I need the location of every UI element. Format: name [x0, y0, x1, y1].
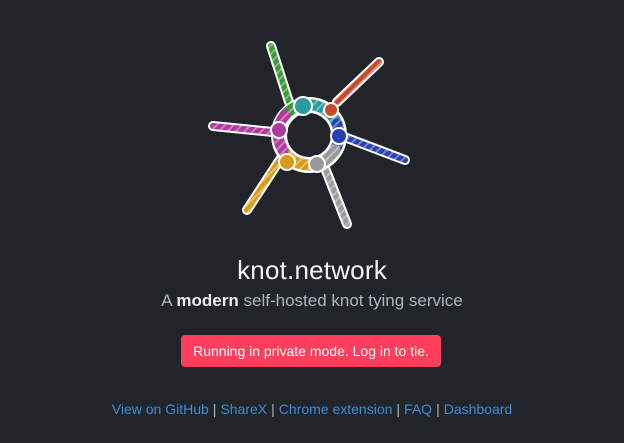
tagline-suffix: self-hosted knot tying service: [243, 291, 463, 310]
tagline-emphasis: modern: [176, 291, 239, 310]
dashboard-link[interactable]: Dashboard: [444, 401, 513, 417]
link-separator: |: [271, 401, 275, 417]
chrome-extension-link[interactable]: Chrome extension: [279, 401, 393, 417]
link-separator: |: [436, 401, 440, 417]
tagline: A modern self-hosted knot tying service: [0, 291, 624, 311]
sharex-link[interactable]: ShareX: [220, 401, 267, 417]
footer-links: View on GitHub | ShareX | Chrome extension | F…: [0, 401, 624, 417]
github-link[interactable]: View on GitHub: [112, 401, 209, 417]
link-separator: |: [212, 401, 217, 417]
landing-page: knot.network A modern self-hosted knot t…: [0, 0, 624, 443]
faq-link[interactable]: FAQ: [404, 401, 432, 417]
knot-logo-icon: [208, 41, 410, 229]
link-separator: |: [396, 401, 401, 417]
site-title: knot.network: [237, 255, 387, 285]
private-mode-notice: Running in private mode. Log in to tie.: [181, 335, 441, 367]
tagline-prefix: A: [161, 291, 172, 310]
